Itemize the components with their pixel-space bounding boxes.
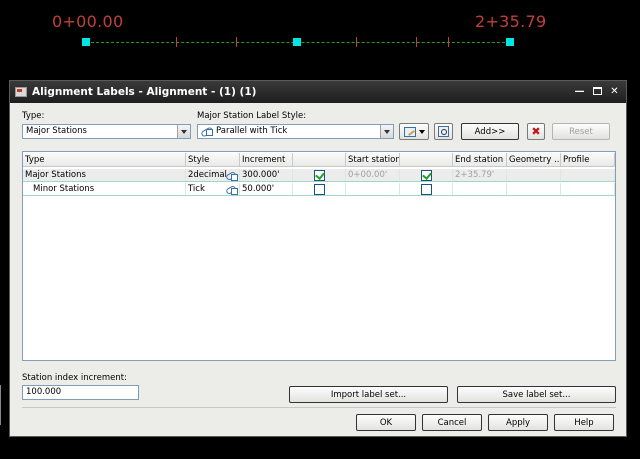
chevron-down-icon[interactable] xyxy=(177,125,190,138)
reset-button[interactable]: Reset xyxy=(552,123,610,140)
station-tick xyxy=(416,37,417,47)
end-station-checkbox[interactable] xyxy=(421,184,432,195)
row-geometry xyxy=(507,183,561,195)
start-station-text: 0+00.00 xyxy=(52,12,124,31)
alignment-labels-dialog: Alignment Labels - Alignment - (1) (1) —… xyxy=(9,80,627,437)
row-start-station xyxy=(346,183,400,195)
row-profile xyxy=(561,169,615,181)
station-tick xyxy=(356,37,357,47)
row-start-station: 0+00.00' xyxy=(346,169,400,181)
row-geometry xyxy=(507,169,561,181)
end-grip[interactable] xyxy=(506,38,514,46)
style-label: Major Station Label Style: xyxy=(197,111,307,121)
edit-style-button[interactable] xyxy=(399,123,429,140)
row-profile xyxy=(561,183,615,195)
row-type: Major Stations xyxy=(23,169,186,181)
browse-style-button[interactable] xyxy=(434,123,453,140)
ok-button[interactable]: OK xyxy=(356,414,416,431)
dialog-titlebar[interactable]: Alignment Labels - Alignment - (1) (1) —… xyxy=(10,81,626,103)
station-tick xyxy=(448,37,449,47)
col-header-profile[interactable]: Profile xyxy=(561,153,615,166)
pick-style-icon[interactable] xyxy=(226,170,238,181)
col-header-increment[interactable]: Increment xyxy=(240,153,293,166)
maximize-icon xyxy=(593,87,602,95)
chevron-down-icon[interactable] xyxy=(380,125,393,138)
start-station-checkbox[interactable] xyxy=(314,170,325,181)
col-header-end-check[interactable] xyxy=(400,153,453,166)
col-header-type[interactable]: Type xyxy=(23,153,186,166)
station-index-input[interactable]: 100.000 xyxy=(22,385,139,400)
end-check-cell xyxy=(400,183,453,195)
col-header-start-station[interactable]: Start station xyxy=(346,153,400,166)
import-label-set-button[interactable]: Import label set... xyxy=(289,386,448,403)
close-button[interactable]: ✕ xyxy=(608,85,621,98)
edit-style-icon xyxy=(403,126,416,137)
col-header-style[interactable]: Style xyxy=(186,153,240,166)
type-select-value: Major Stations xyxy=(26,126,87,136)
table-row[interactable]: Minor Stations Tick 50.000' xyxy=(23,183,615,196)
minimize-button[interactable]: — xyxy=(573,85,586,98)
col-header-end-station[interactable]: End station xyxy=(453,153,507,166)
row-type: Minor Stations xyxy=(23,183,186,195)
station-tick xyxy=(176,37,177,47)
mid-grip[interactable] xyxy=(293,38,301,46)
divider xyxy=(22,407,616,408)
start-grip[interactable] xyxy=(82,38,90,46)
labels-grid[interactable]: Type Style Increment Start station End s… xyxy=(22,151,616,361)
type-select[interactable]: Major Stations xyxy=(22,124,191,139)
cancel-button[interactable]: Cancel xyxy=(422,414,482,431)
dialog-title: Alignment Labels - Alignment - (1) (1) xyxy=(32,86,257,98)
type-label: Type: xyxy=(22,111,45,121)
row-increment[interactable]: 50.000' xyxy=(240,183,293,195)
table-row[interactable]: Major Stations 2decimal 300.000' 0+00.00… xyxy=(23,169,615,182)
col-header-start-check[interactable] xyxy=(293,153,346,166)
add-button[interactable]: Add>> xyxy=(461,123,519,140)
station-tick xyxy=(236,37,237,47)
end-check-cell xyxy=(400,169,453,181)
row-increment[interactable]: 300.000' xyxy=(240,169,293,181)
apply-button[interactable]: Apply xyxy=(488,414,548,431)
app-icon xyxy=(15,87,27,97)
pick-style-icon[interactable] xyxy=(226,184,238,195)
end-station-checkbox[interactable] xyxy=(421,170,432,181)
label-style-value: Parallel with Tick xyxy=(216,126,288,136)
delete-icon: ✖ xyxy=(531,125,541,138)
label-style-icon xyxy=(201,126,213,136)
save-label-set-button[interactable]: Save label set... xyxy=(457,386,616,403)
maximize-button[interactable] xyxy=(591,85,604,98)
grid-header: Type Style Increment Start station End s… xyxy=(23,153,615,167)
dropdown-arrow-icon xyxy=(418,129,425,134)
help-button[interactable]: Help xyxy=(554,414,614,431)
start-station-checkbox[interactable] xyxy=(314,184,325,195)
row-end-station: 2+35.79' xyxy=(453,169,507,181)
label-style-select[interactable]: Parallel with Tick xyxy=(197,124,394,139)
delete-button[interactable]: ✖ xyxy=(527,123,545,140)
row-end-station xyxy=(453,183,507,195)
style-browser-icon xyxy=(438,126,449,137)
end-station-text: 2+35.79 xyxy=(475,12,547,31)
start-check-cell xyxy=(293,169,346,181)
start-check-cell xyxy=(293,183,346,195)
col-header-geometry[interactable]: Geometry ... xyxy=(507,153,561,166)
station-index-label: Station index increment: xyxy=(22,373,127,383)
cad-edge-mark xyxy=(0,385,6,425)
